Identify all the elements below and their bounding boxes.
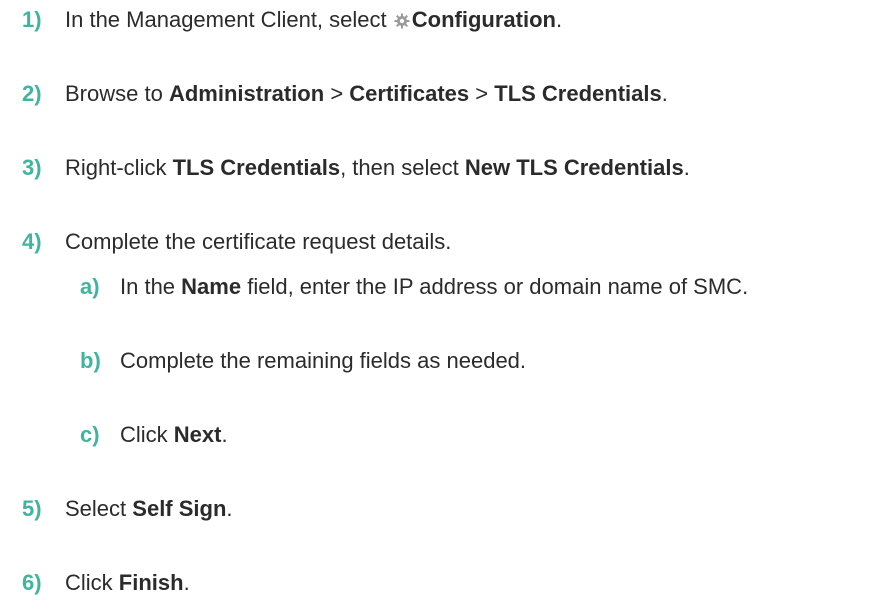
step-number: 4) <box>22 229 42 254</box>
step-number: 2) <box>22 81 42 106</box>
punctuation: . <box>683 155 690 180</box>
step-number: 1) <box>22 7 42 32</box>
step-text: , then select <box>340 155 459 180</box>
step-text: In the <box>120 274 176 299</box>
substep-c: c) Click Next. <box>80 421 228 449</box>
step-4: 4) Complete the certificate request detai… <box>22 228 451 256</box>
step-6: 6) Click Finish. <box>22 569 190 597</box>
punctuation: . <box>221 422 228 447</box>
bold-term: Certificates <box>349 81 470 106</box>
step-text: Select <box>65 496 127 521</box>
punctuation: . <box>661 81 668 106</box>
step-2: 2) Browse to Administration > Certificate… <box>22 80 668 108</box>
substep-letter: c) <box>80 422 100 447</box>
bold-term: Name <box>181 274 242 299</box>
substep-b: b) Complete the remaining fields as neede… <box>80 347 526 375</box>
step-text: Click <box>65 570 113 595</box>
step-1: 1) In the Management Client, select Confi… <box>22 6 562 36</box>
step-text: In the Management Client, select <box>65 7 387 32</box>
bold-term: Self Sign <box>132 496 227 521</box>
step-5: 5) Select Self Sign. <box>22 495 233 523</box>
step-text: Click <box>120 422 168 447</box>
separator: > <box>475 81 489 106</box>
bold-term: New TLS Credentials <box>464 155 684 180</box>
gear-icon <box>394 8 410 36</box>
bold-term: TLS Credentials <box>494 81 662 106</box>
step-number: 5) <box>22 496 42 521</box>
bold-term: Administration <box>168 81 325 106</box>
step-number: 3) <box>22 155 42 180</box>
bold-term: TLS Credentials <box>172 155 341 180</box>
substep-a: a) In the Name field, enter the IP addres… <box>80 273 748 301</box>
step-text: Right-click <box>65 155 167 180</box>
bold-term: Finish <box>118 570 184 595</box>
step-text: Browse to <box>65 81 163 106</box>
step-number: 6) <box>22 570 42 595</box>
punctuation: . <box>555 7 563 32</box>
punctuation: . <box>226 496 233 521</box>
substep-letter: b) <box>80 348 101 373</box>
step-text: Complete the certificate request details… <box>65 229 452 254</box>
step-text: field, enter the IP address or domain na… <box>247 274 749 299</box>
punctuation: . <box>183 570 190 595</box>
step-3: 3) Right-click TLS Credentials, then sele… <box>22 154 690 182</box>
bold-term: Configuration <box>411 7 556 32</box>
substep-letter: a) <box>80 274 100 299</box>
step-text: Complete the remaining fields as needed. <box>120 348 527 373</box>
separator: > <box>330 81 344 106</box>
bold-term: Next <box>173 422 222 447</box>
